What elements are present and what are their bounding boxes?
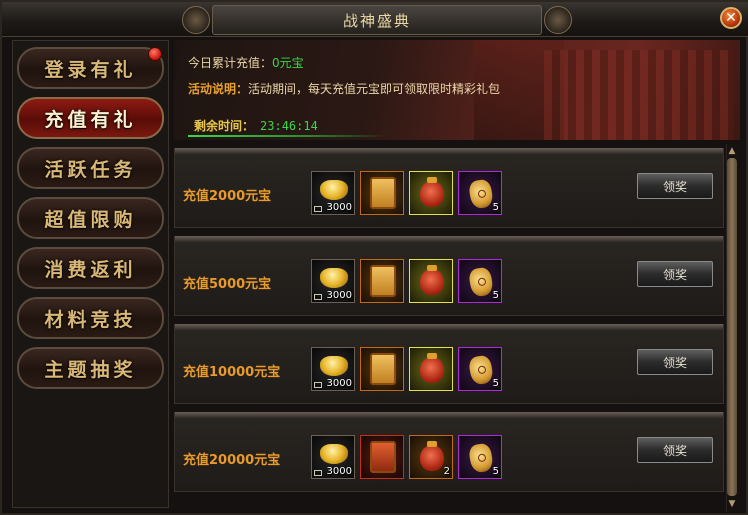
reward-tier-title: 充值5000元宝 — [183, 277, 272, 292]
reward-item-slot[interactable]: 3000 — [311, 171, 355, 215]
bound-icon — [314, 470, 322, 476]
event-description-text: 活动期间，每天充值元宝即可领取限时精彩礼包 — [248, 82, 501, 96]
sidebar-item-spend-rebate[interactable]: 消费返利 — [17, 247, 164, 289]
sidebar-item-material-contest[interactable]: 材料竞技 — [17, 297, 164, 339]
reward-item-slot[interactable] — [409, 347, 453, 391]
item-count: 5 — [492, 378, 499, 389]
item-count: 5 — [492, 466, 499, 477]
close-icon[interactable]: ✕ — [720, 7, 742, 29]
gold-ingot-icon — [320, 444, 348, 464]
event-window: 战神盛典 ✕ 登录有礼 充值有礼 活跃任务 超值限购 消费返利 材料竞技 主题抽… — [0, 0, 748, 515]
reward-item-slot[interactable] — [360, 171, 404, 215]
red-gift-bag-icon — [420, 441, 444, 471]
item-count: 3000 — [326, 466, 352, 477]
reward-item-slot[interactable] — [360, 347, 404, 391]
sidebar-item-theme-lottery[interactable]: 主题抽奖 — [17, 347, 164, 389]
timer-label: 剩余时间： — [194, 119, 255, 133]
reward-item-slot[interactable]: 3000 — [311, 347, 355, 391]
reward-item-slot[interactable]: 2 — [409, 435, 453, 479]
sidebar: 登录有礼 充值有礼 活跃任务 超值限购 消费返利 材料竞技 主题抽奖 — [12, 40, 169, 508]
item-count: 3000 — [326, 202, 352, 213]
reward-item-slot[interactable] — [409, 259, 453, 303]
sidebar-item-label: 登录有礼 — [44, 58, 137, 81]
today-recharge-value: 0元宝 — [272, 56, 304, 70]
reward-list: 充值2000元宝 3000 5 领奖 充值5000元宝 3000 5 领奖 充值… — [174, 144, 724, 512]
claim-reward-button[interactable]: 领奖 — [637, 437, 713, 463]
scroll-icon — [370, 353, 396, 385]
gold-pouch-icon — [467, 354, 495, 386]
sidebar-item-recharge-gift[interactable]: 充值有礼 — [17, 97, 164, 139]
reward-item-slot[interactable] — [409, 171, 453, 215]
scrollbar-thumb[interactable] — [727, 158, 737, 496]
claim-reward-button[interactable]: 领奖 — [637, 261, 713, 287]
reward-row: 充值5000元宝 3000 5 领奖 — [174, 236, 724, 316]
sidebar-item-limited-purchase[interactable]: 超值限购 — [17, 197, 164, 239]
item-count: 3000 — [326, 378, 352, 389]
reward-item-slot[interactable] — [360, 259, 404, 303]
notification-dot-icon — [148, 47, 162, 61]
banner-background — [544, 50, 734, 140]
scroll-icon — [370, 265, 396, 297]
reward-item-slot[interactable]: 5 — [458, 347, 502, 391]
reward-row: 充值20000元宝 3000 2 5 领奖 — [174, 412, 724, 492]
gold-ingot-icon — [320, 180, 348, 200]
scroll-down-arrow-icon[interactable]: ▼ — [726, 498, 738, 510]
reward-tier-title: 充值20000元宝 — [183, 453, 281, 468]
bound-icon — [314, 294, 322, 300]
scroll-up-arrow-icon[interactable]: ▲ — [726, 145, 738, 157]
sidebar-item-active-tasks[interactable]: 活跃任务 — [17, 147, 164, 189]
title-bar: 战神盛典 ✕ — [2, 2, 748, 37]
right-ornament-icon — [544, 6, 572, 34]
reward-item-slot[interactable]: 5 — [458, 435, 502, 479]
sidebar-item-label: 超值限购 — [44, 208, 137, 231]
sidebar-item-label: 主题抽奖 — [44, 358, 137, 381]
reward-row: 充值10000元宝 3000 5 领奖 — [174, 324, 724, 404]
today-recharge-label: 今日累计充值： — [188, 56, 273, 70]
item-count: 3000 — [326, 290, 352, 301]
sidebar-item-label: 活跃任务 — [44, 158, 137, 181]
event-info-banner: 今日累计充值：0元宝 活动说明：活动期间，每天充值元宝即可领取限时精彩礼包 剩余… — [174, 40, 740, 140]
scroll-icon — [370, 441, 396, 473]
reward-item-slot[interactable]: 5 — [458, 259, 502, 303]
event-description-label: 活动说明： — [188, 82, 249, 96]
item-count: 5 — [492, 202, 499, 213]
sidebar-item-label: 消费返利 — [44, 258, 137, 281]
reward-item-slot[interactable] — [360, 435, 404, 479]
reward-tier-title: 充值10000元宝 — [183, 365, 281, 380]
bound-icon — [314, 382, 322, 388]
left-ornament-icon — [182, 6, 210, 34]
red-gift-bag-icon — [420, 265, 444, 295]
reward-item-slot[interactable]: 3000 — [311, 435, 355, 479]
timer-underline — [188, 135, 388, 137]
red-gift-bag-icon — [420, 353, 444, 383]
claim-reward-button[interactable]: 领奖 — [637, 173, 713, 199]
reward-item-slot[interactable]: 3000 — [311, 259, 355, 303]
claim-reward-button[interactable]: 领奖 — [637, 349, 713, 375]
window-title: 战神盛典 — [342, 11, 411, 30]
gold-pouch-icon — [467, 442, 495, 474]
gold-ingot-icon — [320, 356, 348, 376]
bound-icon — [314, 206, 322, 212]
scroll-icon — [370, 177, 396, 209]
gold-pouch-icon — [467, 178, 495, 210]
timer-value: 23:46:14 — [260, 119, 318, 133]
reward-row: 充值2000元宝 3000 5 领奖 — [174, 148, 724, 228]
item-count: 2 — [443, 466, 450, 477]
event-description-line: 活动说明：活动期间，每天充值元宝即可领取限时精彩礼包 — [188, 80, 500, 97]
reward-item-slot[interactable]: 5 — [458, 171, 502, 215]
today-recharge-line: 今日累计充值：0元宝 — [188, 54, 304, 71]
countdown-timer: 剩余时间： 23:46:14 — [194, 117, 318, 134]
title-plate: 战神盛典 — [212, 5, 542, 35]
sidebar-item-label: 材料竞技 — [44, 308, 137, 331]
item-count: 5 — [492, 290, 499, 301]
sidebar-item-login-gift[interactable]: 登录有礼 — [17, 47, 164, 89]
red-gift-bag-icon — [420, 177, 444, 207]
reward-tier-title: 充值2000元宝 — [183, 189, 272, 204]
gold-ingot-icon — [320, 268, 348, 288]
gold-pouch-icon — [467, 266, 495, 298]
sidebar-item-label: 充值有礼 — [44, 108, 137, 131]
